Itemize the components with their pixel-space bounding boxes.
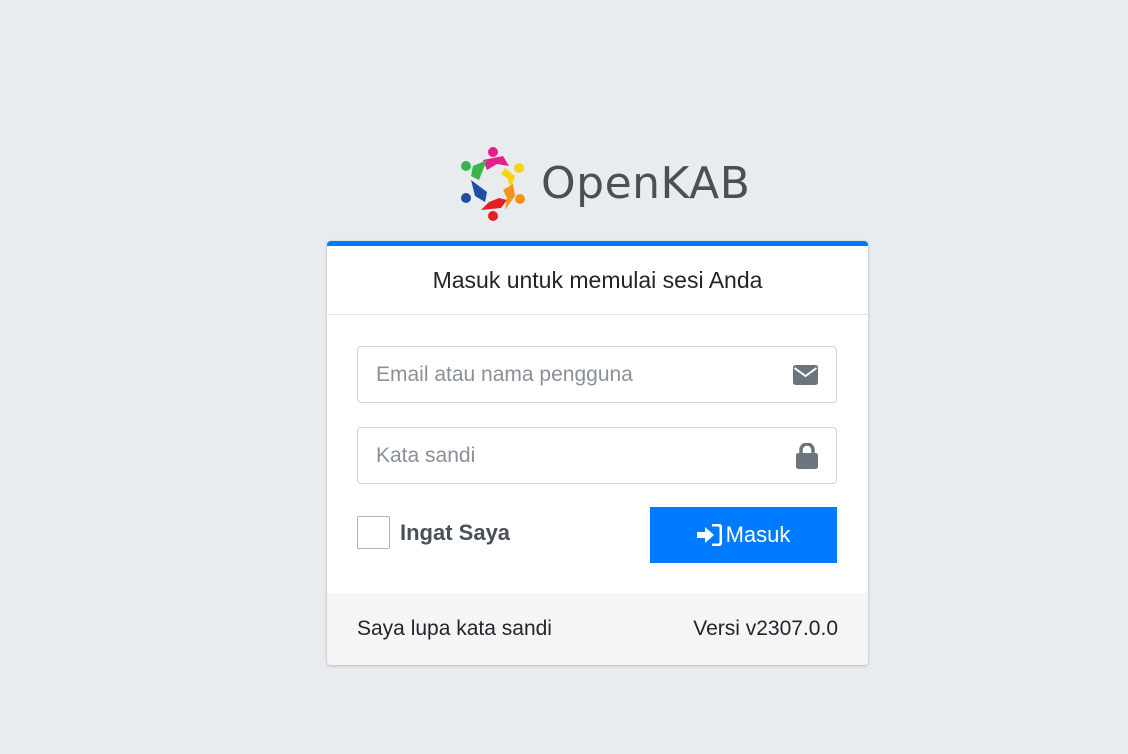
openkab-logo-icon xyxy=(461,147,525,221)
login-card: Masuk untuk memulai sesi Anda Ingat Saya xyxy=(327,241,868,665)
brand-logo: OpenKAB xyxy=(457,144,750,222)
remember-label[interactable]: Ingat Saya xyxy=(400,520,510,546)
forgot-password-link[interactable]: Saya lupa kata sandi xyxy=(357,617,552,641)
email-input[interactable] xyxy=(358,347,778,402)
lock-icon xyxy=(796,442,818,469)
password-input[interactable] xyxy=(358,428,778,483)
version-label: Versi v2307.0.0 xyxy=(693,617,838,640)
login-card-footer: Saya lupa kata sandi Versi v2307.0.0 xyxy=(327,593,868,665)
remember-me: Ingat Saya xyxy=(357,516,510,549)
remember-checkbox[interactable] xyxy=(357,516,390,549)
email-field xyxy=(357,346,837,403)
login-button-label: Masuk xyxy=(725,522,791,547)
sign-in-icon xyxy=(696,524,722,546)
envelope-icon xyxy=(793,364,818,385)
login-button[interactable]: Masuk xyxy=(650,507,837,563)
password-field xyxy=(357,427,837,484)
brand-name: OpenKAB xyxy=(541,157,751,209)
login-card-header: Masuk untuk memulai sesi Anda xyxy=(327,246,868,315)
